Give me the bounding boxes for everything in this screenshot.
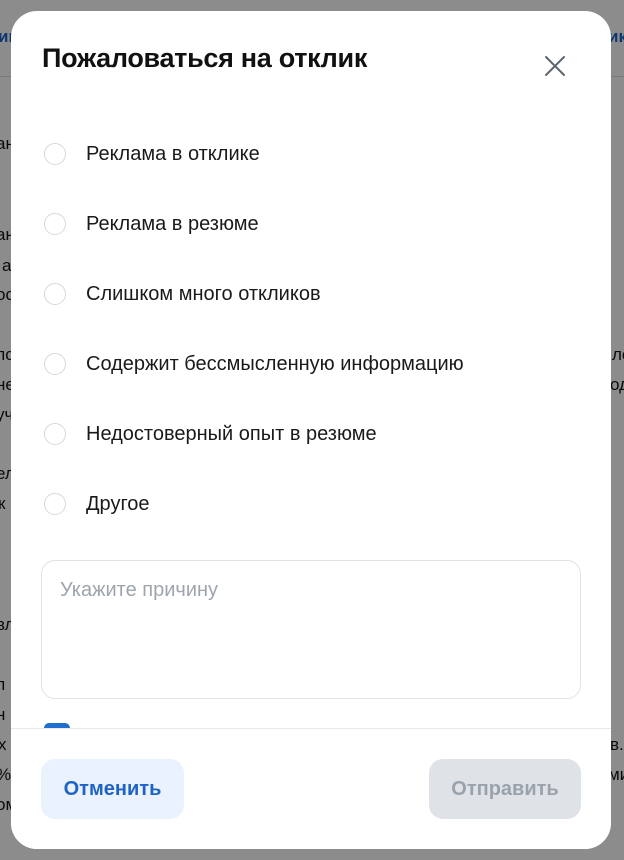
option-label: Реклама в отклике	[86, 142, 260, 165]
option-ad-in-resume[interactable]: Реклама в резюме	[44, 189, 564, 259]
dialog-footer: Отменить Отправить	[11, 728, 611, 849]
reason-input[interactable]	[60, 579, 562, 680]
close-button[interactable]	[541, 52, 569, 80]
cancel-button[interactable]: Отменить	[41, 759, 184, 819]
option-false-experience[interactable]: Недостоверный опыт в резюме	[44, 399, 564, 469]
close-icon	[545, 56, 565, 76]
option-ad-in-response[interactable]: Реклама в отклике	[44, 119, 564, 189]
dialog-title: Пожаловаться на отклик	[42, 43, 368, 73]
option-too-many-responses[interactable]: Слишком много откликов	[44, 259, 564, 329]
option-meaningless-info[interactable]: Содержит бессмысленную информацию	[44, 329, 564, 399]
radio-button[interactable]	[44, 213, 66, 235]
radio-button[interactable]	[44, 353, 66, 375]
background-text: в.	[610, 735, 624, 754]
background-text: п	[0, 675, 6, 694]
option-other[interactable]: Другое	[44, 469, 564, 539]
radio-button[interactable]	[44, 283, 66, 305]
background-text: од	[610, 375, 624, 394]
background-text: к	[0, 494, 6, 513]
option-label: Слишком много откликов	[86, 282, 321, 305]
background-text: н	[0, 705, 6, 724]
background-text: %	[0, 765, 11, 785]
background-text: х	[0, 735, 7, 754]
option-label: Содержит бессмысленную информацию	[86, 352, 464, 375]
submit-button[interactable]: Отправить	[429, 759, 581, 819]
option-label: Реклама в резюме	[86, 212, 259, 235]
option-label: Другое	[86, 492, 150, 515]
reason-options: Реклама в отклике Реклама в резюме Слишк…	[44, 119, 564, 539]
report-response-dialog: Пожаловаться на отклик Реклама в отклике…	[11, 11, 611, 849]
radio-button[interactable]	[44, 493, 66, 515]
reason-field[interactable]	[41, 560, 581, 699]
option-label: Недостоверный опыт в резюме	[86, 422, 377, 445]
radio-button[interactable]	[44, 423, 66, 445]
radio-button[interactable]	[44, 143, 66, 165]
background-text: ле	[612, 345, 624, 364]
